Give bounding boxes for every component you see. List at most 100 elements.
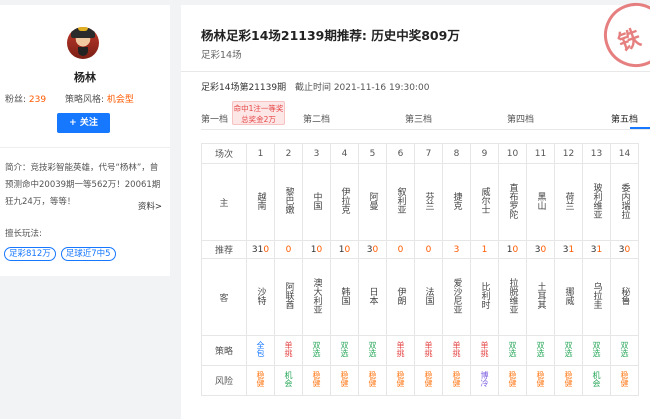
match-number: 2	[274, 143, 303, 164]
table-row: 推荐 310 0 10 10 30 0 0 3 1 10 30 31 31 30	[201, 240, 639, 259]
expert-avatar[interactable]	[67, 27, 99, 59]
recommendation-cell: 0	[414, 240, 443, 259]
strategy-tag: 双选	[368, 341, 377, 357]
risk-cell: 机会	[274, 365, 303, 396]
home-team-cell: 叙利亚	[386, 163, 415, 241]
away-team-cell: 沙特	[246, 258, 275, 336]
away-team: 乌拉圭	[591, 282, 602, 309]
fans-count: 239	[28, 95, 47, 105]
away-team: 土耳其	[535, 282, 546, 309]
strategy-tag: 双选	[536, 341, 545, 357]
home-team-cell: 芬兰	[414, 163, 443, 241]
skill-tag[interactable]: 足彩812万	[4, 247, 56, 261]
recommendation-cell: 31	[554, 240, 583, 259]
recommendation-value: 0	[540, 244, 547, 255]
home-team: 威尔士	[479, 187, 490, 214]
recommendation-value: 3	[453, 244, 460, 255]
risk-tag: 稳健	[396, 371, 405, 387]
recommendation-cell: 3	[442, 240, 471, 259]
away-team-cell: 挪威	[554, 258, 583, 336]
match-number: 11	[526, 143, 555, 164]
strategy-cell: 单挑	[442, 335, 471, 366]
style-value: 机会型	[106, 95, 134, 105]
home-team-cell: 黑山	[526, 163, 555, 241]
home-team-cell: 直布罗陀	[498, 163, 527, 241]
row-label: 风险	[201, 365, 247, 396]
tab-tier-4[interactable]: 第四档	[507, 112, 534, 125]
away-team: 爱沙尼亚	[451, 277, 462, 314]
home-team-cell: 荷兰	[554, 163, 583, 241]
table-row: 客沙特 阿联酋 澳大利亚 韩国 日本 伊朗 法国 爱沙尼亚 比利时 拉脱维亚 土耳其 挪威 乌拉圭 秘鲁	[201, 258, 639, 336]
tab-tier-1[interactable]: 第一档	[201, 112, 228, 125]
away-team-cell: 阿联酋	[274, 258, 303, 336]
recommendation-value: 0	[285, 244, 292, 255]
away-team: 日本	[367, 286, 378, 305]
risk-cell: 稳健	[498, 365, 527, 396]
tab-tier-5[interactable]: 第五档	[611, 112, 638, 125]
strategy-tag: 单挑	[452, 341, 461, 357]
home-team-cell: 委内瑞拉	[610, 163, 639, 241]
strategy-cell: 单挑	[414, 335, 443, 366]
away-team-cell: 伊朗	[386, 258, 415, 336]
match-number: 5	[358, 143, 387, 164]
recommendation-cell: 0	[274, 240, 303, 259]
away-team-cell: 爱沙尼亚	[442, 258, 471, 336]
tab-tier-3[interactable]: 第三档	[405, 112, 432, 125]
prediction-table: 场次 1 2 3 4 5 6 7 8 9 10 11 12 13 14 主越南 黎巴嫩 中国 伊拉克 阿曼 叙利亚 芬兰捷…	[201, 143, 639, 396]
recommendation-value: 0	[316, 244, 323, 255]
table-row: 风险 稳健 机会 稳健 稳健 稳健 稳健 稳健 稳健 博冷 稳健 稳健 稳健 机会 稳健	[201, 365, 639, 396]
recommendation-value: 0	[512, 244, 519, 255]
match-number: 14	[610, 143, 639, 164]
expert-name[interactable]: 杨林	[0, 69, 170, 85]
risk-cell: 机会	[582, 365, 611, 396]
home-team: 荷兰	[563, 191, 574, 210]
deadline: 截止时间 2021-11-16 19:30:00	[294, 83, 430, 93]
article-panel: 杨林足彩14场21139期推荐: 历史中奖809万 足彩14场 铁 足彩14场第…	[181, 0, 650, 419]
strategy-cell: 双选	[358, 335, 387, 366]
strategy-cell: 单挑	[470, 335, 499, 366]
home-team: 捷克	[451, 191, 462, 210]
risk-tag: 稳健	[620, 371, 629, 387]
risk-cell: 稳健	[386, 365, 415, 396]
header-divider	[181, 71, 650, 72]
recommendation-cell: 1	[470, 240, 499, 259]
away-team-cell: 拉脱维亚	[498, 258, 527, 336]
tab-tier-2[interactable]: 第二档	[303, 112, 330, 125]
away-team-cell: 比利时	[470, 258, 499, 336]
home-team: 黑山	[535, 191, 546, 210]
away-team: 韩国	[339, 286, 350, 305]
profile-divider	[0, 147, 170, 148]
strategy-cell: 双选	[526, 335, 555, 366]
risk-tag: 机会	[592, 371, 601, 387]
risk-cell: 稳健	[246, 365, 275, 396]
strategy-cell: 双选	[582, 335, 611, 366]
away-team: 澳大利亚	[311, 277, 322, 314]
away-team-cell: 日本	[358, 258, 387, 336]
away-team-cell: 韩国	[330, 258, 359, 336]
risk-cell: 稳健	[442, 365, 471, 396]
home-team: 阿曼	[367, 191, 378, 210]
issue-info: 足彩14场第21139期 截止时间 2021-11-16 19:30:00	[201, 80, 429, 93]
recommendation-value: 0	[344, 244, 351, 255]
home-team: 越南	[255, 191, 266, 210]
match-number: 4	[330, 143, 359, 164]
risk-tag: 稳健	[340, 371, 349, 387]
strategy-tag: 双选	[312, 341, 321, 357]
follow-button[interactable]: + 关注	[57, 113, 110, 133]
recommendation-value: 0	[624, 244, 631, 255]
recommendation-value: 0	[263, 244, 270, 255]
risk-tag: 博冷	[480, 371, 489, 387]
home-team-cell: 伊拉克	[330, 163, 359, 241]
active-tab-indicator	[630, 127, 650, 129]
strategy-cell: 双选	[498, 335, 527, 366]
away-team-cell: 澳大利亚	[302, 258, 331, 336]
match-number: 9	[470, 143, 499, 164]
risk-tag: 稳健	[536, 371, 545, 387]
strategy-tag: 双选	[564, 341, 573, 357]
more-info-link[interactable]: 资料>	[138, 200, 162, 212]
home-team: 玻利维亚	[591, 182, 602, 219]
recommendation-value: 0	[425, 244, 432, 255]
home-team-cell: 捷克	[442, 163, 471, 241]
skill-tag[interactable]: 足球近7中5	[60, 247, 116, 261]
home-team: 叙利亚	[395, 187, 406, 214]
